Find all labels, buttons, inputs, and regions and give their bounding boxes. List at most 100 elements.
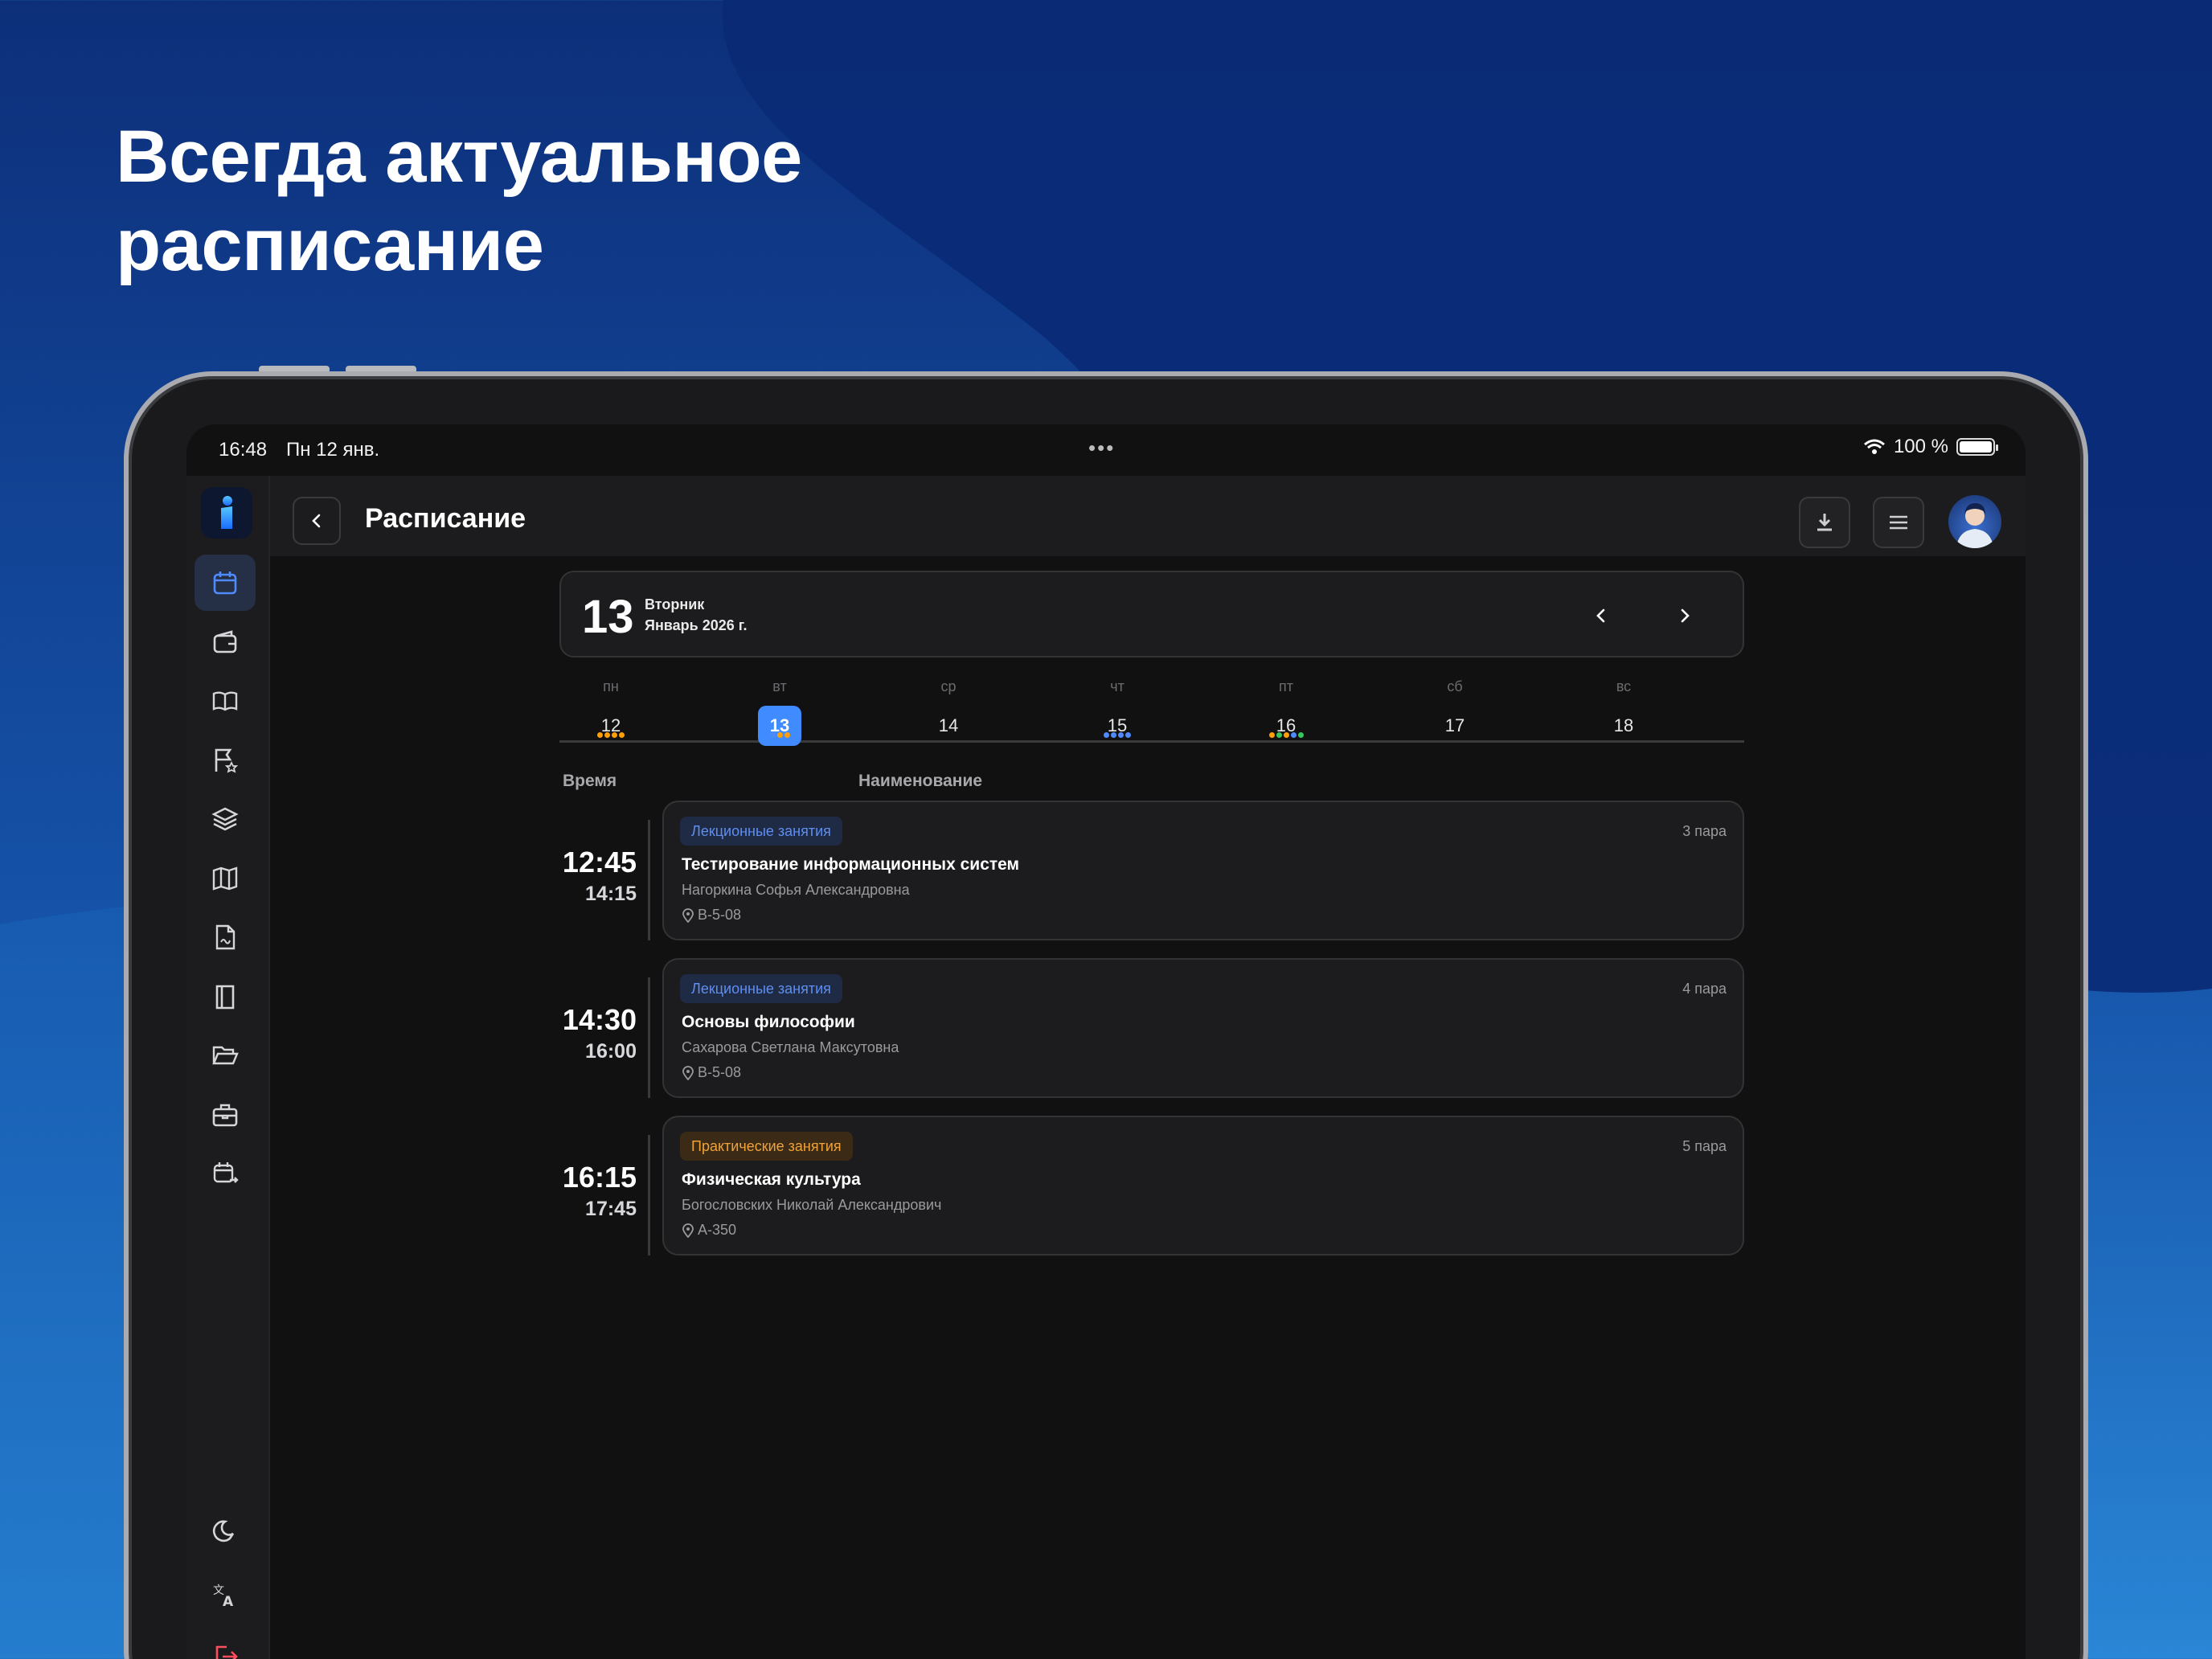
week-day[interactable]: вт 13: [731, 669, 828, 746]
sidebar-item-briefcase[interactable]: [195, 1087, 256, 1143]
time-divider: [648, 820, 650, 940]
sidebar-item-book[interactable]: [195, 969, 256, 1025]
weekday-date: 13: [758, 706, 801, 746]
chevron-left-icon: [1596, 608, 1605, 623]
lesson-card[interactable]: Практические занятия 5 пара Физическая кул…: [662, 1116, 1744, 1256]
user-avatar[interactable]: [1948, 495, 2001, 548]
weekday-date: 17: [1444, 715, 1465, 735]
document-icon: [215, 924, 236, 950]
event-dot: [1297, 732, 1304, 738]
multitasking-dots-icon[interactable]: •••: [1088, 436, 1115, 461]
weekday-name: вт: [772, 678, 787, 694]
week-strip: пн 12 вт 13 ср 14 чт 15 пт 16 сб 17 вс 18: [559, 669, 1744, 746]
event-dot: [769, 732, 776, 738]
selected-month-year: Январь 2026 г.: [645, 617, 748, 633]
lesson-type-badge: Лекционные занятия: [680, 974, 842, 1003]
app-logo-icon[interactable]: [201, 487, 252, 539]
lesson-card[interactable]: Лекционные занятия 4 пара Основы философии…: [662, 958, 1744, 1098]
lesson-room-label: В-5-08: [698, 1064, 742, 1080]
event-dot: [1111, 732, 1116, 738]
lesson-row: 16:15 17:45 Практические занятия 5 пара Физи…: [559, 1116, 1744, 1256]
event-dot: [604, 732, 610, 738]
translate-icon: 文A: [213, 1584, 234, 1608]
folder-icon: [212, 1046, 239, 1065]
lesson-room: В-5-08: [682, 907, 741, 924]
sidebar-item-document[interactable]: [195, 909, 256, 965]
menu-button[interactable]: [1873, 497, 1924, 548]
lesson-pair-number: 5 пара: [1682, 1138, 1727, 1154]
event-dot: [1290, 732, 1296, 738]
sidebar-item-open-book[interactable]: [195, 673, 256, 729]
back-button[interactable]: [293, 497, 341, 545]
lesson-pair-number: 4 пара: [1682, 981, 1727, 997]
chevron-right-icon: [1681, 608, 1690, 623]
week-day[interactable]: ср 14: [900, 669, 997, 743]
sidebar-item-logout[interactable]: [195, 1628, 256, 1659]
weekday-date: 16: [1276, 715, 1296, 735]
previous-week-button[interactable]: [1580, 595, 1622, 637]
sidebar-item-calendar-swap[interactable]: [195, 1145, 256, 1202]
week-day[interactable]: пн 12: [563, 669, 659, 743]
status-bar: 16:48 Пн 12 янв. ••• 100 %: [186, 424, 2026, 476]
sidebar-item-moon[interactable]: [195, 1503, 256, 1559]
lesson-type-badge: Лекционные занятия: [680, 817, 842, 846]
column-header-name: Наименование: [858, 772, 983, 790]
week-day[interactable]: сб 17: [1407, 669, 1503, 743]
week-day[interactable]: пт 16: [1238, 669, 1334, 743]
logout-icon: [215, 1645, 238, 1659]
weekday-name: пн: [603, 678, 619, 694]
next-week-button[interactable]: [1664, 595, 1706, 637]
sidebar-item-flag-star[interactable]: [195, 732, 256, 789]
lesson-row: 14:30 16:00 Лекционные занятия 4 пара Основы…: [559, 958, 1744, 1098]
selected-day-number: 13: [582, 591, 634, 643]
battery-percent: 100 %: [1893, 436, 1948, 457]
calendar-icon: [213, 571, 237, 595]
sidebar-item-folder[interactable]: [195, 1027, 256, 1083]
weekday-date: 15: [1107, 715, 1128, 735]
download-button[interactable]: [1799, 497, 1850, 548]
sidebar-item-layers[interactable]: [195, 791, 256, 847]
lesson-subject: Физическая культура: [682, 1170, 861, 1189]
event-dot: [1268, 732, 1275, 738]
lesson-card[interactable]: Лекционные занятия 3 пара Тестирование инф…: [662, 801, 1744, 940]
event-dot: [1125, 732, 1131, 738]
status-date: Пн 12 янв.: [286, 439, 380, 461]
week-day[interactable]: вс 18: [1575, 669, 1672, 743]
moon-icon: [212, 1520, 235, 1542]
event-dot: [1104, 732, 1109, 738]
weekday-date: 14: [938, 715, 959, 735]
lesson-teacher: Сахарова Светлана Максутовна: [682, 1039, 899, 1055]
event-dots: [1238, 732, 1334, 738]
weekday-name: сб: [1447, 678, 1463, 694]
weekday-name: чт: [1110, 678, 1124, 694]
lesson-pair-number: 3 пара: [1682, 823, 1727, 839]
lesson-type-badge: Практические занятия: [680, 1132, 853, 1161]
event-dot: [1118, 732, 1124, 738]
status-time: 16:48: [219, 439, 268, 461]
lesson-subject: Тестирование информационных систем: [682, 855, 1020, 874]
book-icon: [215, 985, 235, 1009]
lesson-row: 12:45 14:15 Лекционные занятия 3 пара Тестир…: [559, 801, 1744, 940]
app-screen: 16:48 Пн 12 янв. ••• 100 % 文A Расписание: [186, 424, 2026, 1659]
time-divider: [648, 977, 650, 1098]
sidebar-item-map[interactable]: [195, 850, 256, 907]
sidebar-item-translate[interactable]: 文A: [195, 1566, 256, 1622]
lesson-end-time: 16:00: [585, 1040, 637, 1063]
column-header-time: Время: [563, 772, 617, 790]
lesson-room-label: А-350: [698, 1222, 737, 1238]
calendar-swap-icon: [213, 1162, 239, 1183]
week-day[interactable]: чт 15: [1069, 669, 1165, 743]
flag-star-icon: [215, 748, 239, 773]
event-dot: [597, 732, 603, 738]
map-icon: [212, 866, 238, 891]
weekday-name: пт: [1279, 678, 1293, 694]
lesson-room: А-350: [682, 1222, 736, 1239]
event-dots: [563, 732, 659, 738]
schedule-content: 13 Вторник Январь 2026 г. пн 12 вт 13 ср 14 чт…: [270, 556, 2026, 1659]
lesson-start-time: 12:45: [562, 846, 637, 879]
sidebar-item-calendar[interactable]: [195, 555, 256, 611]
selected-weekday: Вторник: [645, 596, 705, 612]
wallet-icon: [213, 629, 237, 653]
sidebar-item-wallet[interactable]: [195, 614, 256, 670]
weekday-name: ср: [940, 678, 956, 694]
